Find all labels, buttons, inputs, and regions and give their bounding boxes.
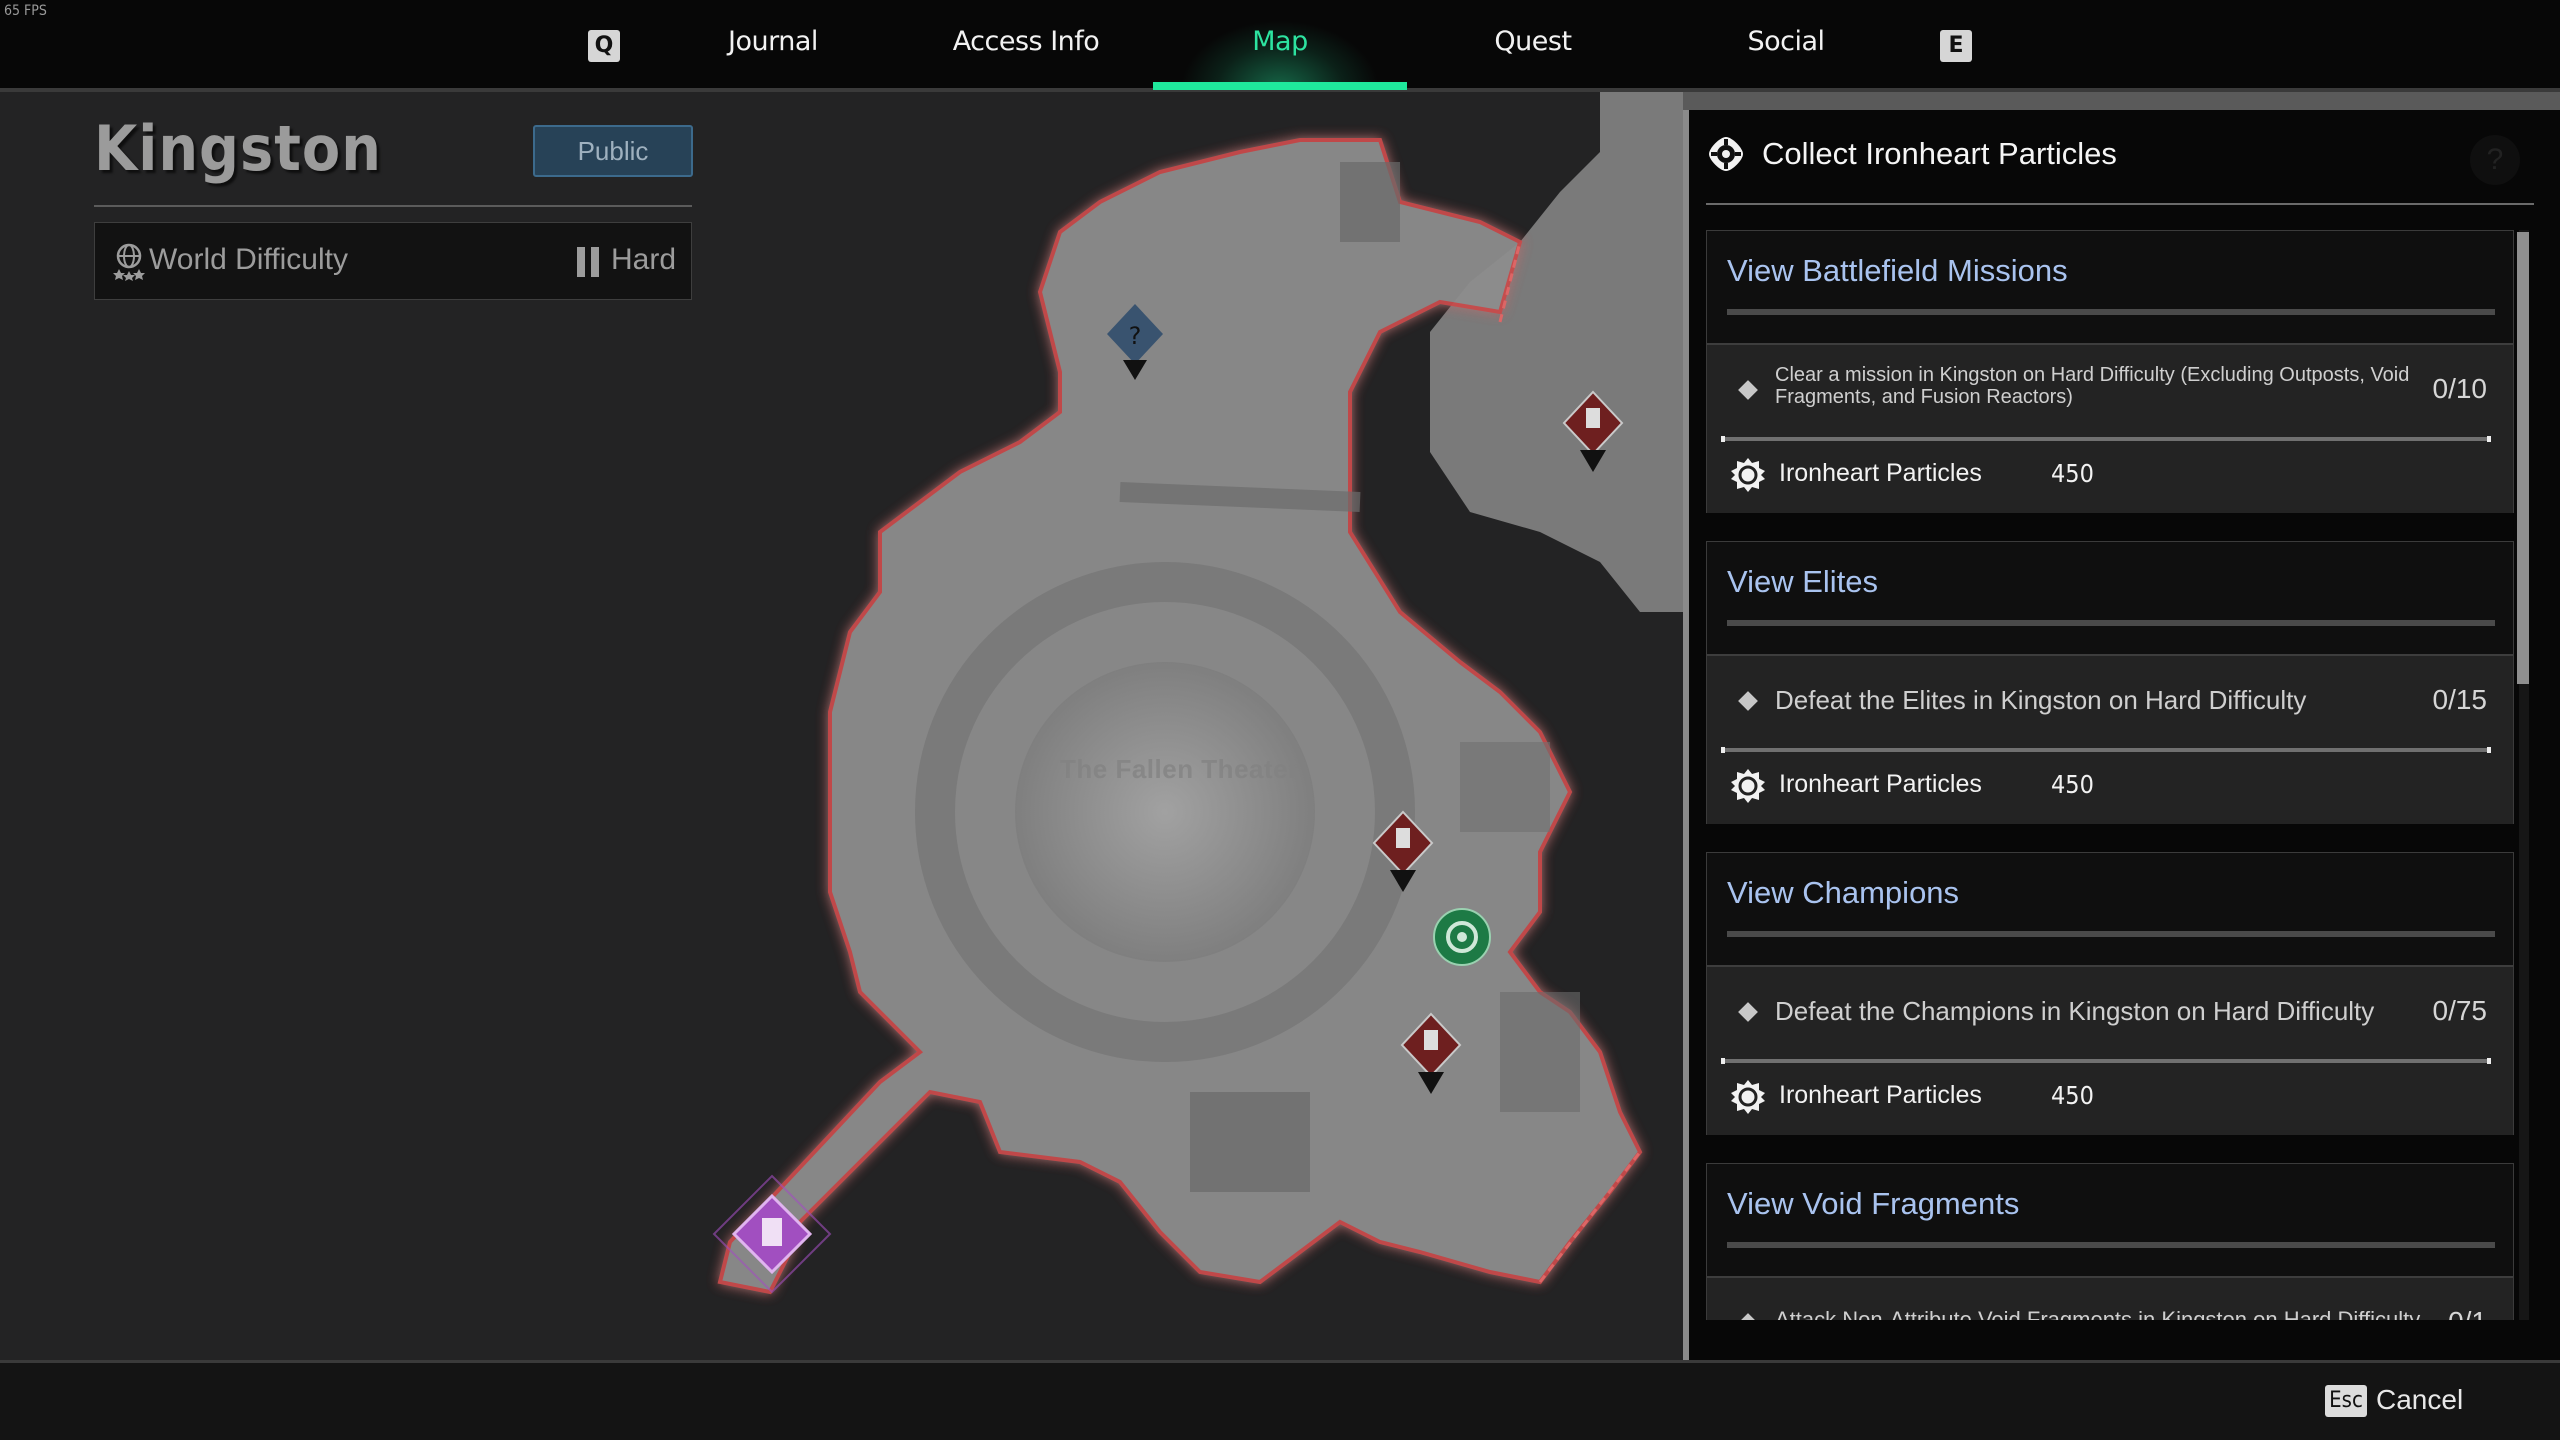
unknown-objective-marker[interactable]: ? xyxy=(1105,302,1165,382)
reward-row: Ironheart Particles 450 xyxy=(1707,756,2515,822)
region-title: Kingston xyxy=(94,112,382,185)
task-row: Attack Non-Attribute Void Fragments in K… xyxy=(1707,1278,2515,1320)
section-title: View Champions xyxy=(1727,875,1960,910)
objective-section-champions: View Champions Defeat the Champions in K… xyxy=(1706,852,2514,1135)
section-header-bar xyxy=(1727,931,2495,937)
objective-section-void-fragments: View Void Fragments Attack Non-Attribute… xyxy=(1706,1163,2514,1320)
esc-key[interactable]: Esc xyxy=(2325,1385,2367,1417)
view-champions-button[interactable]: View Champions xyxy=(1707,853,2513,965)
section-title: View Elites xyxy=(1727,564,1879,599)
view-elites-button[interactable]: View Elites xyxy=(1707,542,2513,654)
world-difficulty-label: World Difficulty xyxy=(149,243,348,276)
ironheart-particles-icon xyxy=(1731,769,1765,803)
svg-text:?: ? xyxy=(1129,322,1142,350)
view-void-fragments-button[interactable]: View Void Fragments xyxy=(1707,1164,2513,1276)
task-divider xyxy=(1721,1058,2491,1064)
task-progress: 0/10 xyxy=(2432,373,2488,404)
section-title: View Battlefield Missions xyxy=(1727,253,2068,288)
diamond-bullet-icon xyxy=(1738,1313,1758,1320)
reward-row: Ironheart Particles 450 xyxy=(1707,1067,2515,1133)
reward-name: Ironheart Particles xyxy=(1779,1081,1982,1109)
section-body: Defeat the Champions in Kingston on Hard… xyxy=(1707,965,2513,1135)
panel-title: Collect Ironheart Particles xyxy=(1762,136,2117,171)
globe-stars-icon xyxy=(113,243,145,281)
task-row: Defeat the Elites in Kingston on Hard Di… xyxy=(1707,656,2515,748)
reward-amount: 450 xyxy=(2051,1081,2094,1110)
region-divider xyxy=(94,205,692,207)
objectives-list[interactable]: View Battlefield Missions Clear a missio… xyxy=(1706,230,2516,1320)
task-progress: 0/1 xyxy=(2448,1306,2487,1320)
objective-section-battlefield-missions: View Battlefield Missions Clear a missio… xyxy=(1706,230,2514,513)
section-title: View Void Fragments xyxy=(1727,1186,2020,1221)
diamond-bullet-icon xyxy=(1738,1002,1758,1022)
active-tab-underline xyxy=(1153,82,1407,90)
theater-center xyxy=(1015,662,1315,962)
waypoint-marker[interactable] xyxy=(712,1174,832,1294)
section-body: Clear a mission in Kingston on Hard Diff… xyxy=(1707,343,2513,513)
objective-section-elites: View Elites Defeat the Elites in Kingsto… xyxy=(1706,541,2514,824)
section-header-bar xyxy=(1727,620,2495,626)
panel-title-divider xyxy=(1706,203,2534,205)
fps-counter: 65 FPS xyxy=(4,3,47,19)
elite-marker[interactable] xyxy=(1562,390,1624,474)
panel-frame xyxy=(1683,92,2560,110)
next-tab-key-e[interactable]: E xyxy=(1940,30,1972,62)
task-row: Clear a mission in Kingston on Hard Diff… xyxy=(1707,345,2515,437)
reward-amount: 450 xyxy=(2051,770,2094,799)
section-header-bar xyxy=(1727,309,2495,315)
world-difficulty-row[interactable]: World Difficulty Hard xyxy=(94,222,692,300)
task-description: Clear a mission in Kingston on Hard Diff… xyxy=(1775,364,2410,408)
difficulty-rank-ii-icon xyxy=(577,247,599,277)
ironheart-particles-icon xyxy=(1731,1080,1765,1114)
ironheart-particles-icon xyxy=(1731,458,1765,492)
section-body: Defeat the Elites in Kingston on Hard Di… xyxy=(1707,654,2513,824)
tab-quest[interactable]: Quest xyxy=(1494,26,1572,66)
task-divider xyxy=(1721,747,2491,753)
world-difficulty-value: Hard xyxy=(611,243,677,276)
task-description: Attack Non-Attribute Void Fragments in K… xyxy=(1775,1307,2421,1320)
tab-social[interactable]: Social xyxy=(1747,26,1825,66)
prev-tab-key-q[interactable]: Q xyxy=(588,30,620,62)
scrollbar-thumb[interactable] xyxy=(2517,232,2529,684)
visibility-public-button[interactable]: Public xyxy=(533,125,693,177)
task-row: Defeat the Champions in Kingston on Hard… xyxy=(1707,967,2515,1059)
ironheart-icon xyxy=(1709,137,1743,171)
view-battlefield-missions-button[interactable]: View Battlefield Missions xyxy=(1707,231,2513,343)
elite-marker[interactable] xyxy=(1372,810,1434,894)
reward-row: Ironheart Particles 450 xyxy=(1707,445,2515,511)
ironheart-objective-marker[interactable] xyxy=(1432,907,1492,967)
tab-map[interactable]: Map xyxy=(1252,26,1308,66)
east-district xyxy=(1430,92,1700,612)
elite-marker[interactable] xyxy=(1400,1012,1462,1096)
task-progress: 0/75 xyxy=(2432,995,2488,1026)
bottom-bar xyxy=(0,1360,2560,1440)
cancel-button[interactable]: Cancel xyxy=(2376,1384,2463,1416)
diamond-bullet-icon xyxy=(1738,691,1758,711)
map-location-label: The Fallen Theater xyxy=(1060,754,1299,784)
task-description: Defeat the Elites in Kingston on Hard Di… xyxy=(1775,685,2307,715)
reward-name: Ironheart Particles xyxy=(1779,770,1982,798)
task-divider xyxy=(1721,436,2491,442)
section-body: Attack Non-Attribute Void Fragments in K… xyxy=(1707,1276,2513,1320)
help-icon[interactable]: ? xyxy=(2470,135,2520,185)
diamond-bullet-icon xyxy=(1738,380,1758,400)
section-header-bar xyxy=(1727,1242,2495,1248)
tab-journal[interactable]: Journal xyxy=(728,26,818,66)
reward-amount: 450 xyxy=(2051,459,2094,488)
reward-name: Ironheart Particles xyxy=(1779,459,1982,487)
task-description: Defeat the Champions in Kingston on Hard… xyxy=(1775,996,2375,1026)
tab-access-info[interactable]: Access Info xyxy=(953,26,1100,66)
task-progress: 0/15 xyxy=(2432,684,2488,715)
